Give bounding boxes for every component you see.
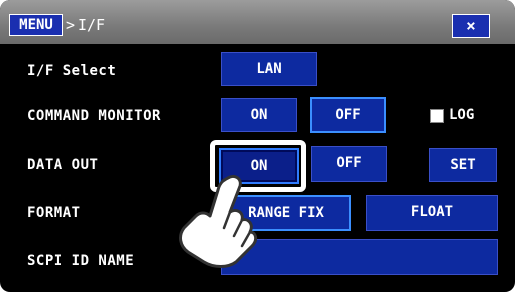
title-bar: MENU > I/F × xyxy=(0,0,515,44)
format-label: FORMAT xyxy=(27,205,81,221)
menu-button[interactable]: MENU xyxy=(9,14,63,36)
hand-pointer-icon xyxy=(179,174,258,268)
if-settings-panel: MENU > I/F × I/F Select LAN COMMAND MONI… xyxy=(0,0,515,292)
close-button[interactable]: × xyxy=(452,14,490,38)
log-label: LOG xyxy=(449,107,475,123)
format-float-button[interactable]: FLOAT xyxy=(366,195,498,231)
command-monitor-off-button[interactable]: OFF xyxy=(310,97,386,133)
data-out-off-button[interactable]: OFF xyxy=(311,146,387,182)
data-out-set-button[interactable]: SET xyxy=(429,148,497,182)
scpi-id-name-label: SCPI ID NAME xyxy=(27,253,135,269)
if-select-label: I/F Select xyxy=(27,63,117,79)
data-out-label: DATA OUT xyxy=(27,157,99,173)
breadcrumb-separator: > xyxy=(66,16,76,34)
command-monitor-label: COMMAND MONITOR xyxy=(27,108,161,124)
breadcrumb-current: I/F xyxy=(78,16,106,34)
command-monitor-on-button[interactable]: ON xyxy=(221,98,297,132)
close-icon: × xyxy=(466,16,476,35)
log-checkbox[interactable] xyxy=(430,109,444,123)
scpi-id-name-field[interactable] xyxy=(221,239,498,275)
if-select-button[interactable]: LAN xyxy=(221,52,317,86)
